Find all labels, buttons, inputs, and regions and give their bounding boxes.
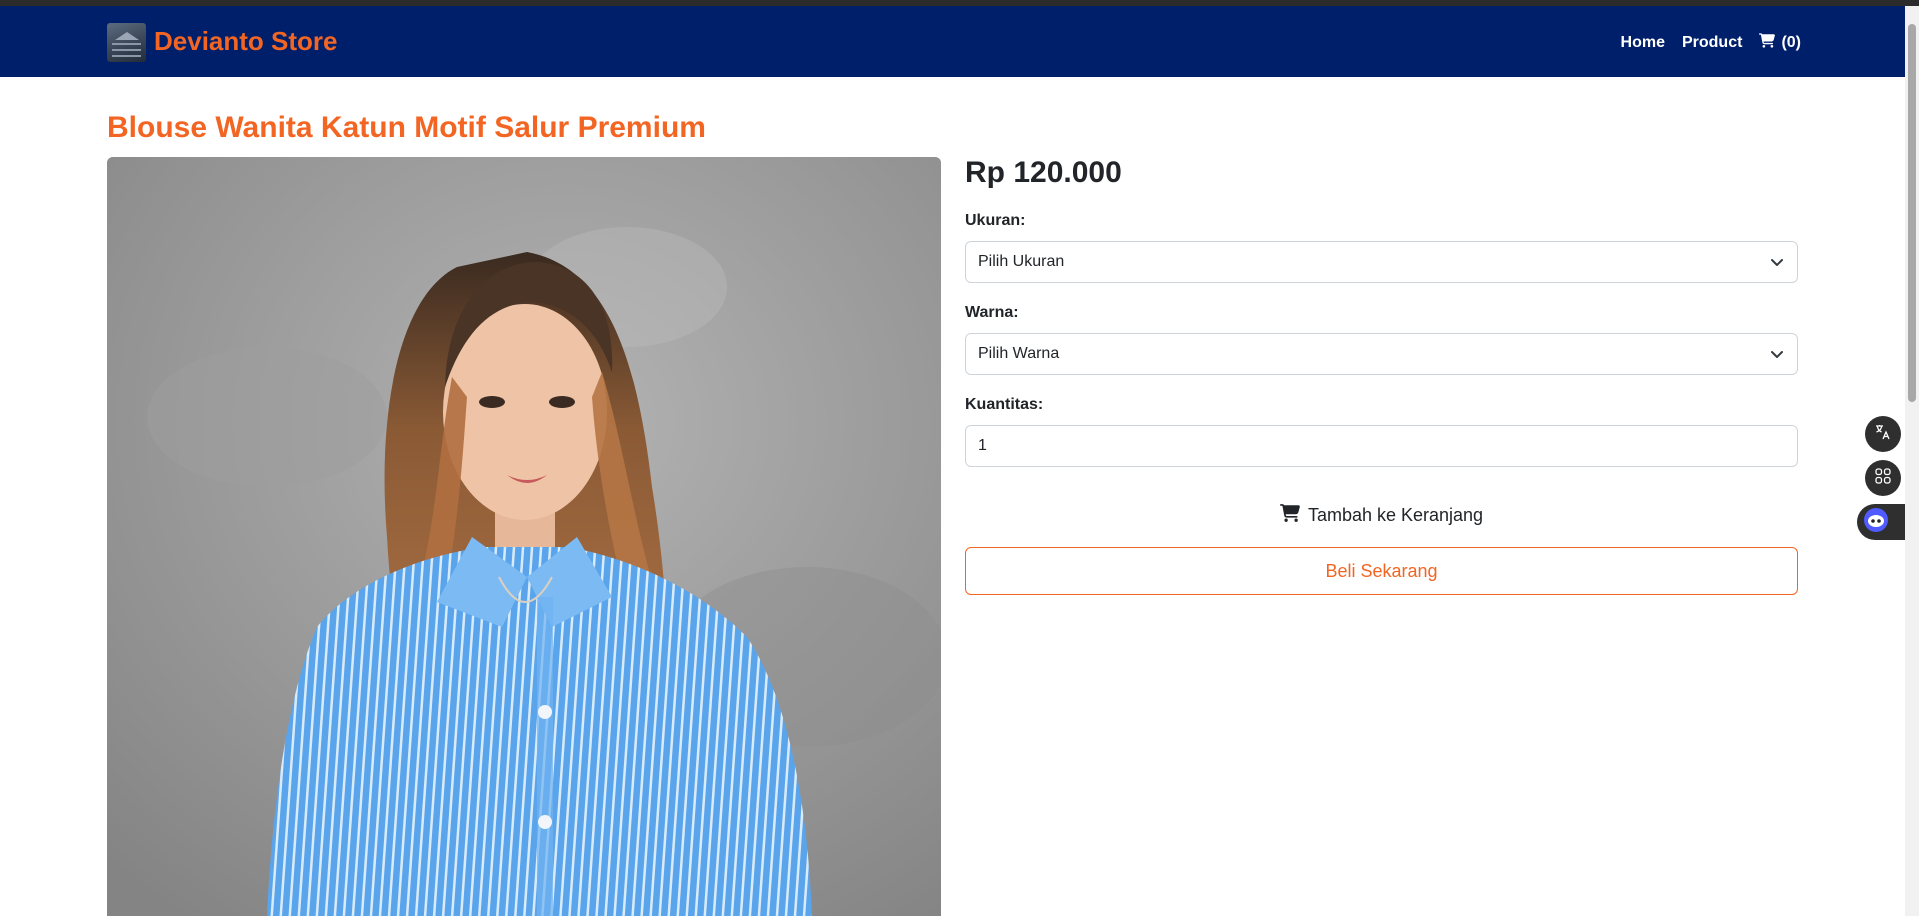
page-scrollbar[interactable] bbox=[1905, 6, 1919, 916]
quantity-value: 1 bbox=[978, 437, 987, 454]
chevron-down-icon bbox=[1769, 254, 1785, 275]
size-select-value: Pilih Ukuran bbox=[978, 253, 1065, 270]
quantity-label: Kuantitas: bbox=[965, 396, 1044, 413]
color-label: Warna: bbox=[965, 304, 1019, 321]
nav-links: Home Product (0) bbox=[1621, 33, 1801, 53]
nav-link-product[interactable]: Product bbox=[1682, 34, 1742, 52]
add-to-cart-button[interactable]: Tambah ke Keranjang bbox=[965, 496, 1798, 534]
translate-icon bbox=[1874, 423, 1892, 446]
product-photo bbox=[107, 157, 941, 916]
cart-icon bbox=[1759, 33, 1776, 53]
brand-logo[interactable] bbox=[107, 23, 146, 62]
buy-now-button[interactable]: Beli Sekarang bbox=[965, 547, 1798, 595]
cart-count: (0) bbox=[1781, 34, 1801, 51]
add-to-cart-label: Tambah ke Keranjang bbox=[1307, 504, 1484, 525]
product-price: Rp 120.000 bbox=[965, 156, 1122, 189]
navbar: Devianto Store Home Product (0) bbox=[0, 6, 1905, 77]
page-title: Blouse Wanita Katun Motif Salur Premium bbox=[107, 111, 706, 144]
size-label: Ukuran: bbox=[965, 212, 1026, 229]
assistant-widget-button[interactable] bbox=[1857, 504, 1905, 540]
buy-now-label: Beli Sekarang bbox=[1325, 560, 1438, 581]
nav-cart-link[interactable]: (0) bbox=[1759, 33, 1801, 53]
color-select-value: Pilih Warna bbox=[978, 345, 1060, 362]
apps-widget-button[interactable] bbox=[1865, 460, 1901, 496]
assistant-bot-icon bbox=[1863, 507, 1889, 538]
translate-widget-button[interactable] bbox=[1865, 416, 1901, 452]
size-select[interactable]: Pilih Ukuran bbox=[965, 241, 1798, 283]
cart-icon bbox=[1279, 503, 1300, 527]
brand-name[interactable]: Devianto Store bbox=[154, 26, 338, 57]
color-select[interactable]: Pilih Warna bbox=[965, 333, 1798, 375]
apps-grid-icon bbox=[1874, 467, 1892, 490]
nav-link-home[interactable]: Home bbox=[1621, 34, 1665, 52]
chevron-down-icon bbox=[1769, 346, 1785, 367]
scrollbar-thumb[interactable] bbox=[1908, 24, 1916, 402]
quantity-input[interactable]: 1 bbox=[965, 425, 1798, 467]
